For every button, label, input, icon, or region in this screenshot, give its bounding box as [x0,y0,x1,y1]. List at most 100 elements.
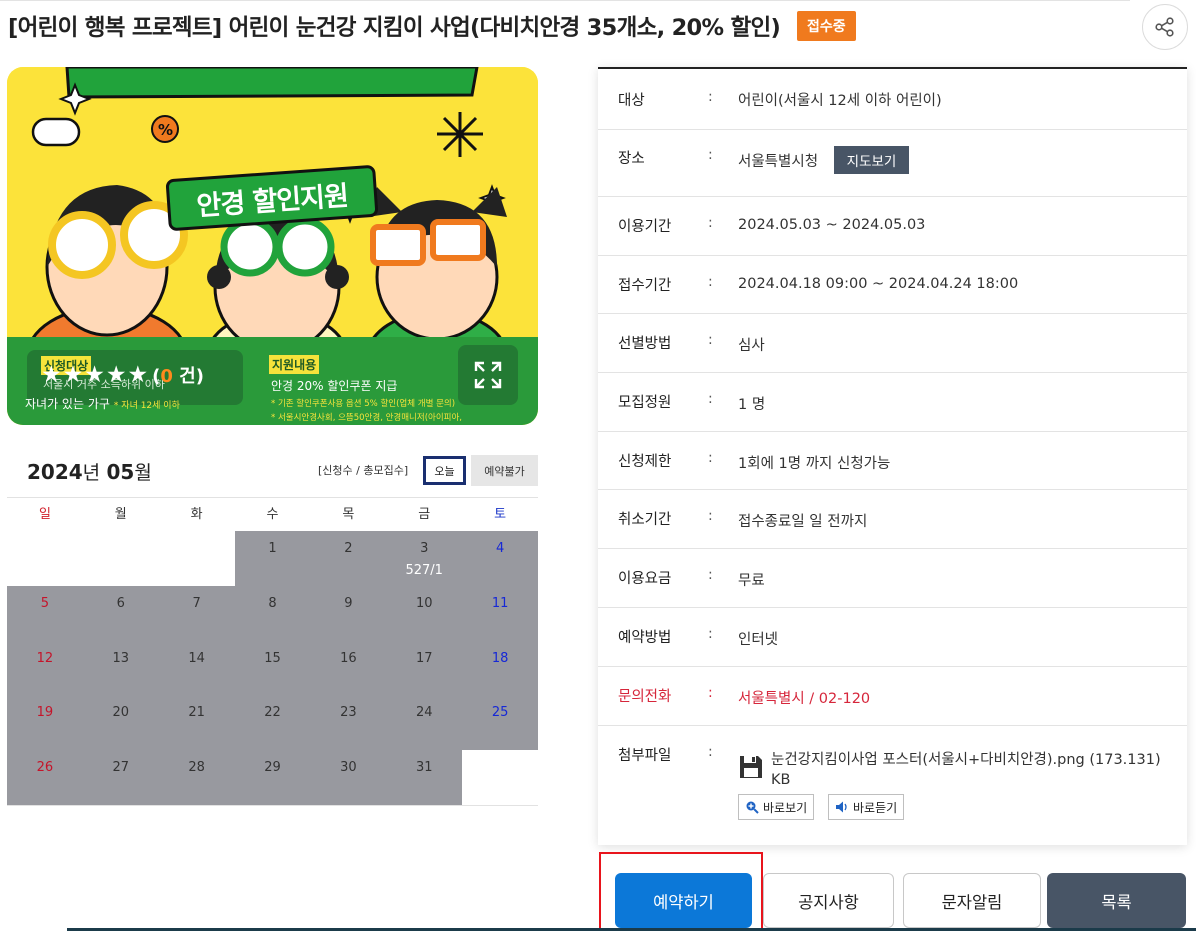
info-row-place: 장소 : 서울특별시청 지도보기 [598,130,1187,197]
calendar-day-cell[interactable]: 11 [462,585,539,641]
preview-button[interactable]: 바로보기 [738,794,815,820]
info-value: 무료 [738,573,765,589]
calendar-day-cell[interactable]: 3 527/1 [386,531,463,586]
calendar-day-cell[interactable]: 24 [386,695,463,751]
star-icon[interactable]: ★ [106,363,127,387]
title-row: [어린이 행복 프로젝트] 어린이 눈건강 지킴이 사업(다비치안경 35개소,… [8,10,856,42]
star-icon[interactable]: ★ [41,363,62,387]
info-value: 어린이(서울시 12세 이하 어린이) [738,93,942,109]
share-button[interactable] [1142,4,1188,50]
calendar-year-unit: 년 [82,462,101,484]
weekday-label: 토 [494,507,507,522]
star-icon[interactable]: ★ [84,363,105,387]
calendar-day-number: 27 [112,760,130,776]
listen-button[interactable]: 바로듣기 [828,794,905,820]
calendar-day-cell[interactable]: 8 [234,585,311,641]
calendar-day-cell[interactable]: 6 [82,585,159,641]
support-text: 안경 20% 할인쿠폰 지급 [271,379,398,393]
star-icon[interactable]: ★ [63,363,84,387]
calendar-day-cell[interactable]: 2 [310,531,387,586]
rating-stars[interactable]: ★ ★ ★ ★ ★ (0 건) [41,362,204,388]
calendar-day-number: 30 [340,760,357,776]
calendar-day-cell[interactable]: 15 [234,640,311,696]
info-label: 선별방법 [618,336,672,352]
calendar-week-row: 5 6 7 8 9 10 11 [7,585,539,641]
calendar-day-cell[interactable]: 9 [310,585,387,641]
calendar-year: 2024 [27,460,83,484]
calendar-day-cell[interactable]: 17 [386,640,463,696]
calendar-day-number: 12 [36,650,54,666]
weekday-label: 화 [190,507,203,522]
weekday-label: 목 [342,507,355,522]
calendar-day-cell[interactable]: 31 [386,750,463,805]
info-label: 신청제한 [618,454,672,470]
attachment-file-link[interactable]: 눈건강지킴이사업 포스터(서울시+다비치안경).png (173.131) KB [771,750,1171,790]
calendar-day-number: 26 [36,760,54,776]
calendar-day-number: 7 [192,595,201,611]
calendar-day-number: 21 [188,705,205,721]
info-label: 이용요금 [618,571,672,587]
calendar-day-cell[interactable]: 14 [158,640,235,696]
info-label: 이용기간 [618,219,672,235]
expand-button[interactable] [458,345,518,405]
info-row-apply-period: 접수기간 : 2024.04.18 09:00 ~ 2024.04.24 18:… [598,256,1187,314]
calendar-week-row: 26 27 28 29 30 31 [7,750,538,805]
calendar-week-row: 1 2 3 527/1 4 [7,531,539,586]
preview-button-label: 바로보기 [763,800,808,815]
calendar-day-count: 527/1 [405,563,443,578]
highlight-box [599,852,763,931]
info-label: 모집정원 [618,395,672,411]
list-button[interactable]: 목록 [1047,873,1186,928]
info-colon: : [708,626,713,642]
calendar-day-cell[interactable]: 23 [310,695,387,751]
calendar-day-number: 4 [495,541,505,556]
status-badge: 접수중 [797,11,856,41]
map-view-button[interactable]: 지도보기 [834,146,909,174]
calendar-day-cell[interactable]: 27 [82,750,159,805]
page-title: [어린이 행복 프로젝트] 어린이 눈건강 지킴이 사업(다비치안경 35개소,… [8,15,781,41]
star-icon[interactable]: ★ [128,363,149,387]
info-label: 문의전화 [618,689,672,705]
info-row-use-period: 이용기간 : 2024.05.03 ~ 2024.05.03 [598,197,1187,256]
info-label: 장소 [618,151,645,167]
calendar-day-cell[interactable]: 4 [462,531,539,586]
calendar-day-number: 22 [264,705,281,721]
calendar-day-cell[interactable]: 7 [158,585,235,641]
calendar-day-cell[interactable]: 30 [310,750,387,805]
info-value: 심사 [738,338,765,354]
calendar-day-cell[interactable]: 12 [7,640,83,696]
info-row-limit: 신청제한 : 1회에 1명 까지 신청가능 [598,432,1187,490]
support-label: 지원내용 [269,355,320,374]
weekday-label: 수 [266,507,279,522]
calendar-day-cell[interactable]: 19 [7,695,83,751]
calendar-day-cell[interactable]: 10 [386,585,463,641]
calendar-day-cell[interactable]: 18 [462,640,539,696]
calendar-day-number: 28 [188,760,205,776]
calendar-day-cell[interactable]: 26 [7,750,83,805]
notice-button[interactable]: 공지사항 [763,873,894,928]
today-button[interactable]: 오늘 [423,456,466,485]
calendar-day-cell[interactable]: 1 [234,531,311,586]
calendar-day-cell[interactable]: 21 [158,695,235,751]
calendar-day-cell[interactable]: 22 [234,695,311,751]
info-colon: : [708,450,713,466]
calendar-day-cell[interactable]: 25 [462,695,539,751]
calendar-day-cell[interactable]: 5 [7,585,83,641]
info-row-cancel: 취소기간 : 접수종료일 일 전까지 [598,490,1187,549]
calendar-day-cell[interactable]: 20 [82,695,159,751]
calendar-empty-cell [7,531,83,586]
rating-count-number: 0 [160,366,173,387]
info-row-target: 대상 : 어린이(서울시 12세 이하 어린이) [598,69,1187,130]
calendar-day-cell[interactable]: 13 [82,640,159,696]
calendar-day-number: 11 [491,595,509,611]
calendar-day-cell[interactable]: 29 [234,750,311,805]
contact-phone: 서울특별시 / 02-120 [738,691,871,707]
info-label: 첨부파일 [618,748,672,764]
apply-target-text2: 자녀가 있는 가구 * 자녀 12세 이하 [25,395,180,412]
calendar-day-cell[interactable]: 16 [310,640,387,696]
info-label: 예약방법 [618,630,672,646]
info-row-fee: 이용요금 : 무료 [598,549,1187,608]
sms-alert-button[interactable]: 문자알림 [903,873,1041,928]
support-notes: * 기존 할인쿠폰사용 옵션 5% 할인(업체 개별 문의) * 서울시안경사회… [271,397,462,425]
calendar-day-cell[interactable]: 28 [158,750,235,805]
